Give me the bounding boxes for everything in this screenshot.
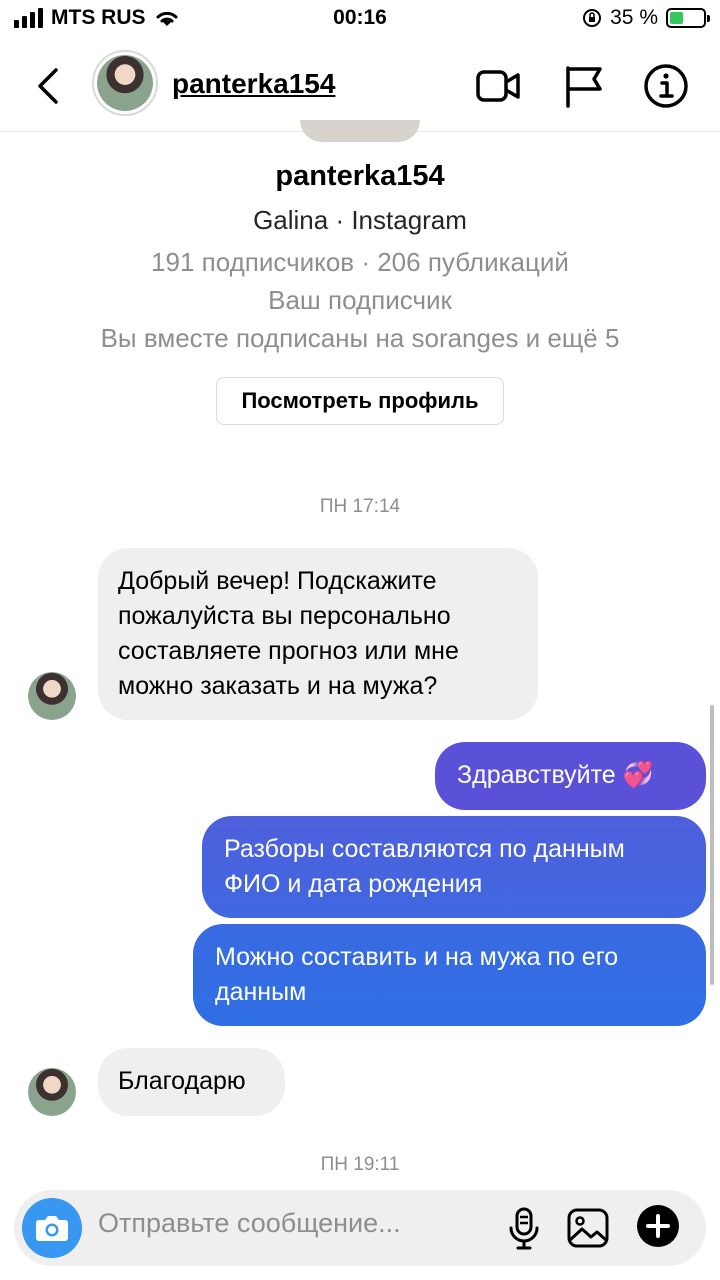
avatar[interactable] (28, 672, 76, 720)
message-bubble-outgoing[interactable]: Здравствуйте 💞 (435, 742, 706, 810)
avatar[interactable] (92, 50, 158, 116)
timestamp: ПН 19:11 (320, 1154, 400, 1175)
profile-stats: 191 подписчиков · 206 публикаций (151, 247, 569, 277)
status-bar: MTS RUS 00:16 35 % (0, 0, 720, 38)
battery-icon (666, 8, 710, 28)
message-bubble-outgoing[interactable]: Разборы составляются по данным ФИО и дат… (202, 816, 706, 918)
avatar[interactable] (28, 1068, 76, 1116)
camera-button[interactable] (22, 1198, 82, 1258)
scrollbar[interactable] (710, 705, 714, 985)
message-input[interactable] (98, 1208, 478, 1239)
profile-subtitle: Galina · Instagram (253, 205, 467, 235)
chat-header: panterka154 (0, 44, 720, 132)
microphone-icon[interactable] (500, 1204, 548, 1252)
mutual-followers: Вы вместе подписаны на soranges и ещё 5 (100, 323, 620, 353)
message-composer (14, 1190, 706, 1266)
orientation-lock-icon (583, 9, 602, 27)
info-icon[interactable] (642, 62, 690, 110)
message-bubble-incoming[interactable]: Благодарю (98, 1048, 285, 1116)
battery-percent: 35 % (610, 6, 658, 29)
follow-status: Ваш подписчик (268, 285, 452, 315)
video-call-icon[interactable] (474, 62, 522, 110)
view-profile-button[interactable]: Посмотреть профиль (216, 377, 504, 425)
gallery-icon[interactable] (564, 1204, 612, 1252)
camera-icon (36, 1216, 68, 1241)
status-right: 35 % (582, 6, 710, 30)
timestamp: ПН 17:14 (319, 496, 401, 517)
message-text: Здравствуйте (457, 761, 616, 789)
back-icon[interactable] (30, 62, 70, 110)
message-bubble-incoming[interactable]: Добрый вечер! Подскажите пожалуйста вы п… (98, 548, 538, 720)
profile-username: panterka154 (275, 160, 445, 192)
plus-icon[interactable] (634, 1202, 682, 1250)
two-hearts-emoji: 💞 (622, 761, 654, 789)
flag-icon[interactable] (560, 62, 608, 110)
message-bubble-outgoing[interactable]: Можно составить и на мужа по его данным (193, 924, 706, 1026)
header-username[interactable]: panterka154 (172, 68, 335, 100)
profile-photo (300, 120, 420, 142)
